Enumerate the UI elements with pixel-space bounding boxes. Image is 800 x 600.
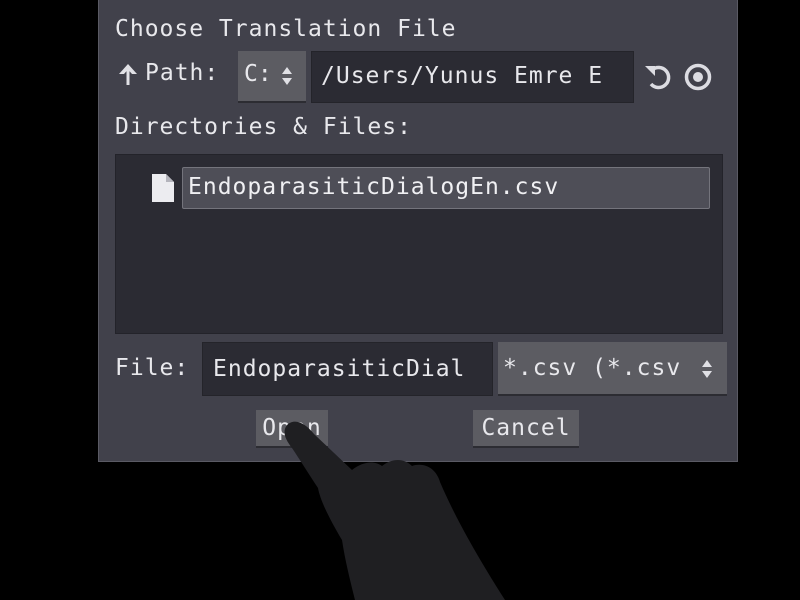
open-button[interactable]: Open bbox=[256, 410, 328, 448]
cancel-button[interactable]: Cancel bbox=[473, 410, 579, 448]
drive-value: C: bbox=[244, 61, 272, 87]
file-name-input[interactable]: EndoparasiticDial bbox=[202, 342, 493, 396]
file-name-value: EndoparasiticDial bbox=[213, 356, 466, 382]
file-icon bbox=[152, 174, 174, 202]
dialog-title: Choose Translation File bbox=[115, 16, 457, 42]
file-filter-select[interactable]: *.csv (*.csv bbox=[498, 342, 727, 396]
file-label: File: bbox=[115, 355, 190, 381]
file-dialog: Choose Translation File Path: C: /Users/… bbox=[98, 0, 738, 462]
list-item[interactable]: EndoparasiticDialogEn.csv bbox=[182, 167, 710, 209]
updown-icon bbox=[702, 360, 712, 378]
updown-icon bbox=[282, 67, 292, 85]
directories-files-label: Directories & Files: bbox=[115, 114, 412, 140]
path-value: /Users/Yunus Emre E bbox=[321, 63, 604, 89]
path-input[interactable]: /Users/Yunus Emre E bbox=[311, 51, 634, 103]
path-label: Path: bbox=[145, 60, 220, 86]
eye-icon[interactable] bbox=[682, 62, 714, 92]
filter-value: *.csv (*.csv bbox=[503, 355, 682, 381]
refresh-icon[interactable] bbox=[643, 62, 675, 92]
file-tree[interactable]: EndoparasiticDialogEn.csv bbox=[115, 154, 723, 334]
file-name: EndoparasiticDialogEn.csv bbox=[188, 174, 560, 200]
drive-select[interactable]: C: bbox=[238, 51, 306, 103]
arrow-up-icon[interactable] bbox=[117, 62, 139, 88]
